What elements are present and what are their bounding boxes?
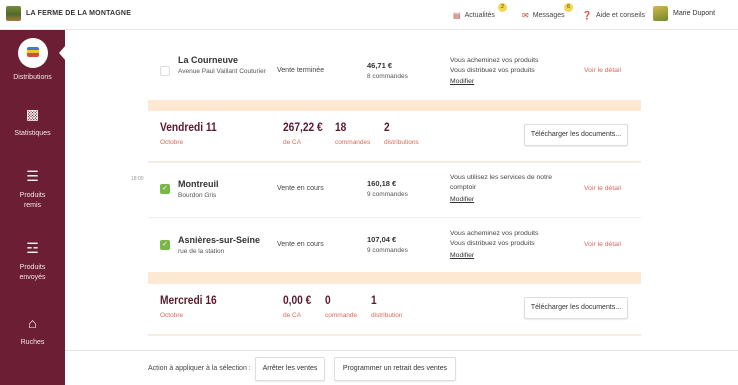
view-detail-link[interactable]: Voir le détail [584,185,621,192]
distributions-label: distribution [371,312,403,319]
order-count: 9 commandes [367,247,408,254]
avatar [653,6,668,21]
messages-link[interactable]: ✉ Messages [522,0,565,30]
order-count: 9 commandes [367,191,408,198]
sidebar-item-label: Produits remis [19,192,46,209]
info-line: Vous distribuez vos produits [450,67,535,74]
revenue-value: 267,22 € [283,120,323,134]
help-label: Aide et conseils [595,11,645,19]
bar-chart-icon: ▩ [25,106,40,122]
distributions-value: 2 [384,120,390,134]
revenue-label: de CA [283,312,302,319]
active-indicator [59,45,66,61]
sale-amount: 46,71 € [367,61,393,70]
stack-icon: ☲ [26,240,39,256]
orders-label: commande [325,312,358,319]
sidebar-item-distributions[interactable]: Distributions [0,38,65,83]
user-name: Marie Dupont [673,10,716,17]
info-line: Vous distribuez vos produits [450,240,535,247]
logistics-info: Vous acheminez vos produits Vous distrib… [450,56,562,76]
day-header-mercredi-16: Mercredi 16 Octobre 0,00 € de CA 0 comma… [148,284,641,334]
view-detail-link[interactable]: Voir le détail [584,241,621,248]
sidebar-item-label: Distributions [13,74,52,81]
place-name: Asnières-sur-Seine [178,235,261,245]
distribution-row-asnieres: ✓ Asnières-sur-Seine rue de la station V… [148,217,641,272]
orders-value: 0 [325,293,331,307]
sale-status: Vente en cours [277,185,324,192]
user-menu[interactable]: Marie Dupont [653,6,715,21]
day-title: Vendredi 11 [160,120,217,134]
distributions-value: 1 [371,293,377,307]
order-count: 8 commandes [367,73,408,80]
orders-value: 18 [335,120,347,134]
brand[interactable]: LA FERME DE LA MONTAGNE [6,6,131,21]
distribution-row-montreuil: ✓ Montreuil Bourdon Gris Vente en cours … [148,162,641,217]
day-month: Octobre [160,139,184,146]
messages-label: Messages [532,11,565,19]
sidebar-item-label: Produits envoyés [19,264,46,281]
distributions-icon [17,38,48,68]
day-header-vendredi-11: Vendredi 11 Octobre 267,22 € de CA 18 co… [148,111,641,161]
info-line: Vous acheminez vos produits [450,57,539,64]
place-address: Bourdon Gris [178,192,217,199]
sale-amount: 107,04 € [367,235,397,244]
top-bar: LA FERME DE LA MONTAGNE ▤ Actualités 2 ✉… [0,0,738,30]
news-label: Actualités [464,11,495,19]
envelope-icon: ✉ [522,10,529,20]
revenue-value: 0,00 € [283,293,312,307]
stop-sales-button[interactable]: Arrêter les ventes [255,357,325,381]
modify-link[interactable]: Modifier [450,78,474,85]
sale-status: Vente en cours [277,241,324,248]
brand-name: LA FERME DE LA MONTAGNE [26,10,132,17]
row-checkbox[interactable] [160,66,170,76]
row-checkbox[interactable]: ✓ [160,240,170,250]
logistics-info: Vous utilisez les services de notre comp… [450,174,553,191]
distribution-row-la-courneuve: La Courneuve Avenue Paul Vaillant Coutur… [148,30,641,100]
distributions-label: distributions [384,139,419,146]
time-label: 18:00 [131,176,144,182]
sidebar-item-label: Statistiques [14,130,51,137]
sale-status: Vente terminée [277,67,325,74]
sidebar-item-produits-remis[interactable]: ☰ Produits remis [0,168,65,211]
barn-icon: ⌂ [28,315,37,331]
sidebar-item-ruches[interactable]: ⌂ Ruches [0,315,65,348]
info-line: Vous acheminez vos produits [450,230,539,237]
view-detail-link[interactable]: Voir le détail [584,67,621,74]
sale-amount: 160,18 € [367,179,397,188]
row-checkbox[interactable]: ✓ [160,184,170,194]
schedule-withdrawal-button[interactable]: Programmer un retrait des ventes [334,357,456,381]
revenue-label: de CA [283,139,302,146]
modify-link[interactable]: Modifier [450,252,474,259]
place-name: La Courneuve [178,55,239,65]
action-bar-label: Action à appliquer à la sélection : [148,365,251,372]
messages-count-badge: 6 [564,3,573,12]
orders-label: commandes [335,139,371,146]
day-month: Octobre [160,312,184,319]
sidebar-item-produits-envoyes[interactable]: ☲ Produits envoyés [0,240,65,283]
newspaper-icon: ▤ [453,10,461,20]
modify-link[interactable]: Modifier [450,196,474,203]
sidebar: Distributions ▩ Statistiques ☰ Produits … [0,30,66,385]
selection-action-bar: Action à appliquer à la sélection : Arrê… [65,350,738,385]
place-address: Avenue Paul Vaillant Couturier [178,68,266,75]
news-count-badge: 2 [498,3,507,12]
place-name: Montreuil [178,179,219,189]
help-icon: ❓ [582,10,592,20]
download-documents-button[interactable]: Télécharger les documents... [524,124,628,146]
farm-logo [6,6,21,21]
download-documents-button[interactable]: Télécharger les documents... [524,297,628,319]
logistics-info: Vous acheminez vos produits Vous distrib… [450,229,562,249]
list-icon: ☰ [26,168,39,184]
help-link[interactable]: ❓ Aide et conseils [582,0,645,30]
place-address: rue de la station [178,248,225,255]
sidebar-item-label: Ruches [20,339,45,346]
sidebar-item-statistiques[interactable]: ▩ Statistiques [0,106,65,139]
day-title: Mercredi 16 [160,293,217,307]
news-link[interactable]: ▤ Actualités [453,0,495,30]
